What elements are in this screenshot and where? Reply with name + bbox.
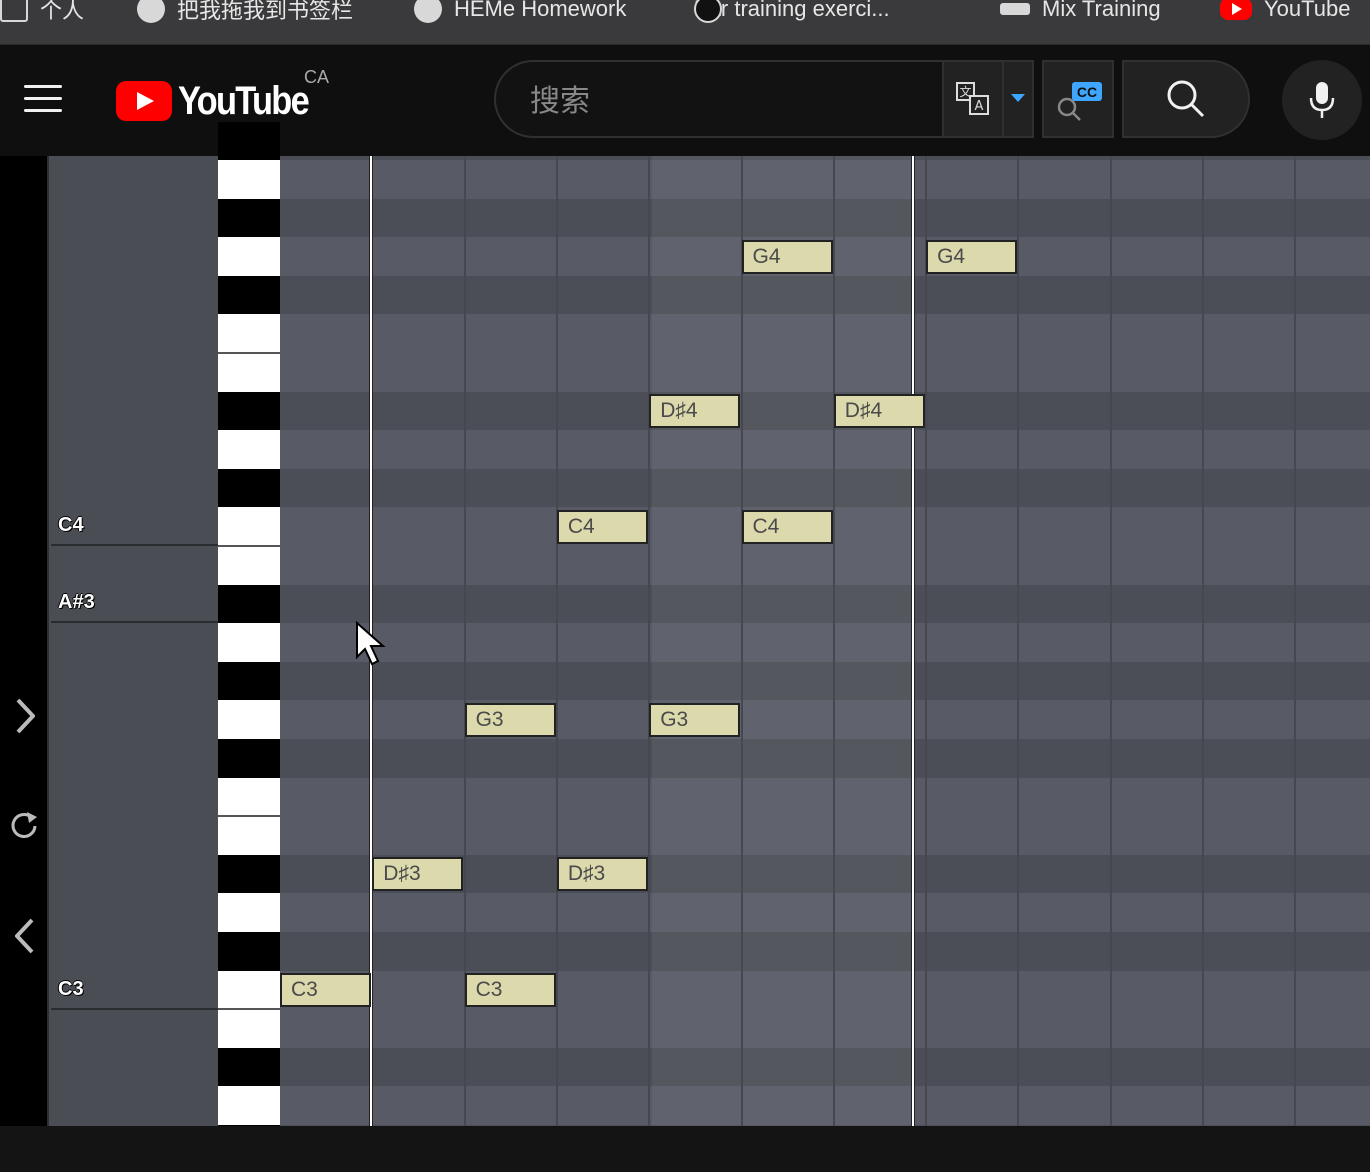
beat-gridline bbox=[925, 156, 928, 1126]
chevron-right-icon bbox=[16, 698, 35, 734]
input-language-dropdown[interactable] bbox=[1004, 60, 1034, 138]
midi-note-c4[interactable]: C4 bbox=[556, 509, 648, 544]
beat-gridline bbox=[740, 156, 743, 1126]
piano-key-divider bbox=[218, 352, 280, 355]
beat-gridline bbox=[555, 156, 558, 1126]
bookmark-ear-training[interactable]: Ear training exerci... bbox=[694, 0, 890, 24]
caption-search-button[interactable]: CC bbox=[1042, 60, 1114, 138]
bookmark-heme-homework[interactable]: HEMe Homework bbox=[414, 0, 626, 24]
youtube-icon bbox=[1220, 0, 1252, 20]
beat-gridline bbox=[832, 156, 835, 1126]
bottom-bar bbox=[0, 1126, 1370, 1172]
menu-button[interactable] bbox=[24, 83, 64, 115]
previous-button[interactable] bbox=[8, 916, 42, 956]
replay-icon bbox=[11, 812, 37, 838]
bookmark-youtube[interactable]: YouTube bbox=[1220, 0, 1350, 24]
beat-gridline bbox=[1294, 156, 1297, 1126]
search-icon bbox=[1167, 80, 1205, 118]
hamburger-icon bbox=[24, 85, 62, 88]
globe-icon bbox=[414, 0, 442, 23]
piano-key-divider bbox=[218, 1008, 280, 1011]
youtube-masthead: YouTube CA 文 A CC bbox=[0, 45, 1370, 156]
bookmarks-bar: 个人 把我拖我到书签栏 HEMe Homework Ear training e… bbox=[0, 0, 1370, 45]
dumbbell-icon bbox=[1000, 3, 1030, 15]
piano-key-black[interactable] bbox=[218, 121, 280, 161]
folder-icon bbox=[0, 0, 28, 22]
player-side-controls bbox=[0, 156, 47, 1126]
next-button[interactable] bbox=[8, 696, 42, 736]
octave-divider bbox=[51, 544, 220, 546]
key-label-a-sharp-3: A#3 bbox=[58, 591, 95, 613]
youtube-logo[interactable]: YouTube bbox=[116, 79, 329, 123]
svg-text:A: A bbox=[975, 99, 984, 114]
piano-keyboard bbox=[218, 121, 280, 1164]
piano-key-black[interactable] bbox=[218, 275, 280, 315]
logo-text: YouTube bbox=[178, 78, 310, 123]
bookmark-label: YouTube bbox=[1264, 0, 1351, 21]
octave-divider bbox=[51, 1008, 220, 1010]
midi-note-g3[interactable]: G3 bbox=[464, 702, 556, 737]
midi-note-g4[interactable]: G4 bbox=[741, 239, 833, 274]
caption-search-icon: CC bbox=[1057, 82, 1102, 121]
piano-key-black[interactable] bbox=[218, 661, 280, 701]
bookmark-label: Ear training exerci... bbox=[694, 0, 890, 21]
octave-divider bbox=[51, 621, 220, 623]
key-label-c4: C4 bbox=[58, 514, 84, 536]
globe-icon bbox=[137, 0, 165, 23]
piano-key-black[interactable] bbox=[218, 739, 280, 778]
beat-gridline bbox=[1109, 156, 1112, 1126]
bookmark-mix-training[interactable]: Mix Training bbox=[1000, 0, 1161, 24]
search-input[interactable] bbox=[528, 78, 912, 124]
bookmark-label: HEMe Homework bbox=[454, 0, 627, 21]
caret-down-icon bbox=[1011, 94, 1025, 102]
beat-gridline bbox=[648, 156, 651, 1126]
voice-search-button[interactable] bbox=[1282, 60, 1362, 140]
loop-region bbox=[652, 156, 912, 1126]
key-label-c3: C3 bbox=[58, 978, 84, 1000]
midi-note-c3[interactable]: C3 bbox=[464, 973, 556, 1007]
microphone-icon bbox=[1309, 82, 1335, 118]
input-tools-button[interactable]: 文 A bbox=[942, 60, 1004, 138]
key-label-column: C4 A#3 C3 bbox=[47, 156, 220, 1126]
replay-button[interactable] bbox=[8, 806, 42, 846]
midi-note-d-sharp-3[interactable]: D♯3 bbox=[556, 857, 648, 892]
piano-key-divider bbox=[218, 815, 280, 818]
midi-note-d-sharp-3[interactable]: D♯3 bbox=[372, 857, 464, 892]
midi-note-d-sharp-4[interactable]: D♯4 bbox=[833, 394, 925, 428]
piano-key-black[interactable] bbox=[218, 1047, 280, 1087]
midi-note-c4[interactable]: C4 bbox=[741, 509, 833, 544]
bookmark-label: 把我拖我到书签栏 bbox=[177, 0, 354, 23]
beat-gridline bbox=[1202, 156, 1204, 1126]
midi-note-c3[interactable]: C3 bbox=[280, 973, 371, 1007]
piano-key-black[interactable] bbox=[218, 584, 280, 624]
piano-key-black[interactable] bbox=[218, 198, 280, 238]
piano-roll-grid: G4 G4 D♯4 D♯4 C4 C4 G3 G3 D♯3 D♯3 C3 C3 bbox=[280, 156, 1370, 1126]
piano-key-black[interactable] bbox=[218, 468, 280, 508]
piano-key-black[interactable] bbox=[218, 391, 280, 431]
search-button[interactable] bbox=[1122, 60, 1250, 138]
midi-note-g3[interactable]: G3 bbox=[649, 702, 741, 737]
mouse-pointer-icon bbox=[356, 621, 386, 666]
piano-key-black[interactable] bbox=[218, 932, 280, 971]
midi-note-g4[interactable]: G4 bbox=[926, 239, 1018, 274]
cc-badge-text: CC bbox=[1077, 84, 1097, 100]
bookmark-label: 个人 bbox=[40, 0, 85, 23]
beat-gridline bbox=[1017, 156, 1020, 1126]
bookmark-personal[interactable]: 个人 bbox=[0, 0, 84, 24]
midi-note-d-sharp-4[interactable]: D♯4 bbox=[649, 394, 741, 428]
youtube-play-icon bbox=[116, 81, 172, 121]
chevron-left-icon bbox=[15, 918, 34, 954]
bookmark-drag-here[interactable]: 把我拖我到书签栏 bbox=[137, 0, 353, 24]
loop-end-marker[interactable] bbox=[912, 156, 914, 1126]
bookmark-label: Mix Training bbox=[1042, 0, 1161, 21]
piano-key-divider bbox=[218, 545, 280, 548]
piano-key-black[interactable] bbox=[218, 854, 280, 894]
search-box bbox=[494, 60, 942, 138]
translate-icon: 文 A bbox=[956, 82, 989, 115]
country-code: CA bbox=[304, 67, 330, 87]
